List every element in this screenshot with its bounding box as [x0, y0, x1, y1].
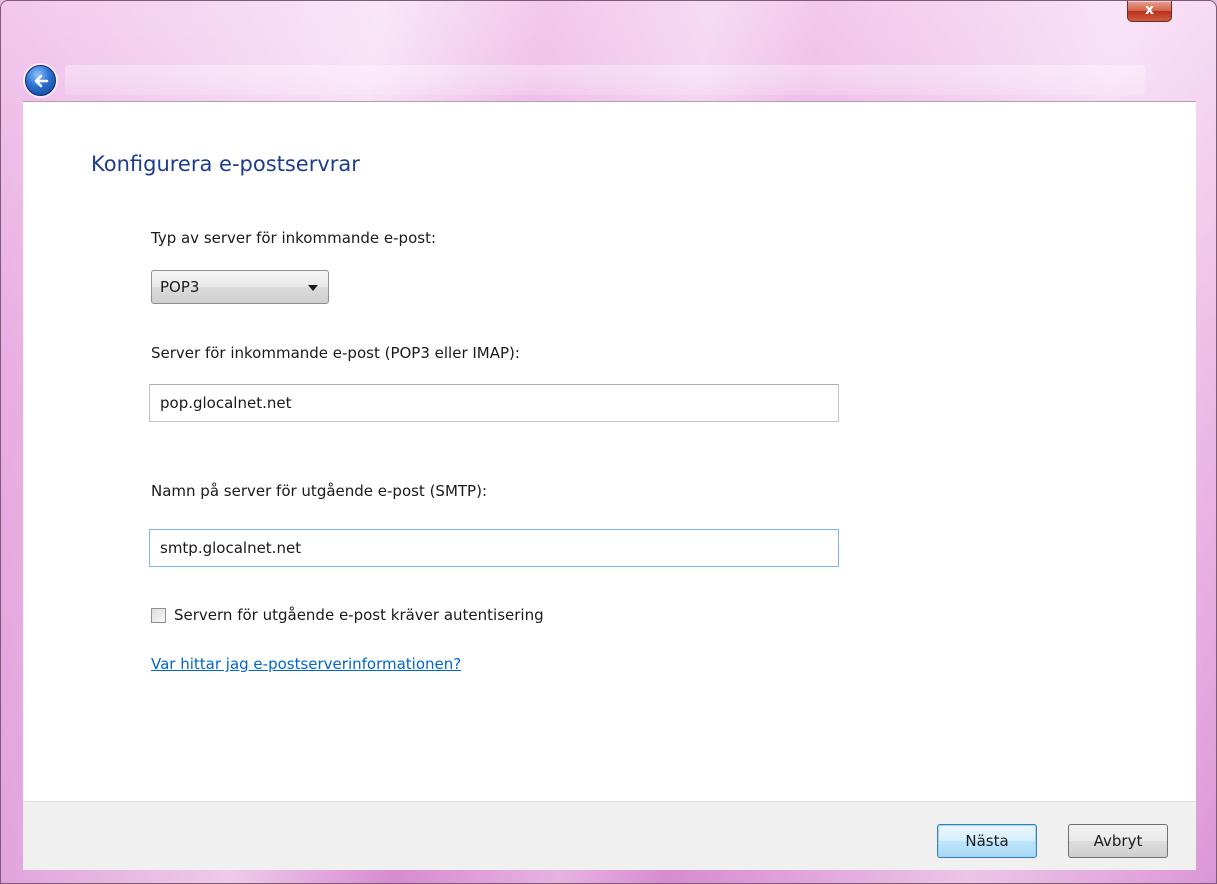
- cancel-button[interactable]: Avbryt: [1068, 824, 1168, 858]
- help-link[interactable]: Var hittar jag e-postserverinformationen…: [151, 655, 461, 673]
- wizard-footer: Nästa Avbryt: [23, 801, 1196, 870]
- incoming-type-label: Typ av server för inkommande e-post:: [151, 229, 437, 247]
- back-arrow-icon: [34, 74, 48, 87]
- auth-checkbox-label[interactable]: Servern för utgående e-post kräver auten…: [174, 606, 544, 624]
- incoming-server-input[interactable]: [149, 384, 839, 422]
- incoming-type-select[interactable]: POP3: [151, 270, 329, 304]
- close-button[interactable]: x: [1127, 1, 1172, 22]
- title-bar: x: [1, 1, 1216, 111]
- auth-checkbox[interactable]: [151, 607, 166, 623]
- wizard-content: Konfigurera e-postservrar Typ av server …: [23, 101, 1196, 802]
- outgoing-server-input[interactable]: [149, 529, 839, 567]
- auth-checkbox-row[interactable]: Servern för utgående e-post kräver auten…: [151, 605, 544, 625]
- page-title: Konfigurera e-postservrar: [91, 152, 360, 176]
- next-button[interactable]: Nästa: [937, 824, 1037, 858]
- incoming-type-value: POP3: [160, 278, 200, 296]
- outgoing-server-label: Namn på server för utgående e-post (SMTP…: [151, 482, 488, 500]
- incoming-server-label: Server för inkommande e-post (POP3 eller…: [151, 344, 520, 362]
- close-icon: x: [1144, 2, 1155, 18]
- wizard-window: x Konfigurera e-postservrar Typ av serve…: [0, 0, 1217, 884]
- chevron-down-icon: [308, 285, 318, 291]
- back-button[interactable]: [25, 65, 56, 96]
- title-bar-ghost-area: [65, 65, 1145, 95]
